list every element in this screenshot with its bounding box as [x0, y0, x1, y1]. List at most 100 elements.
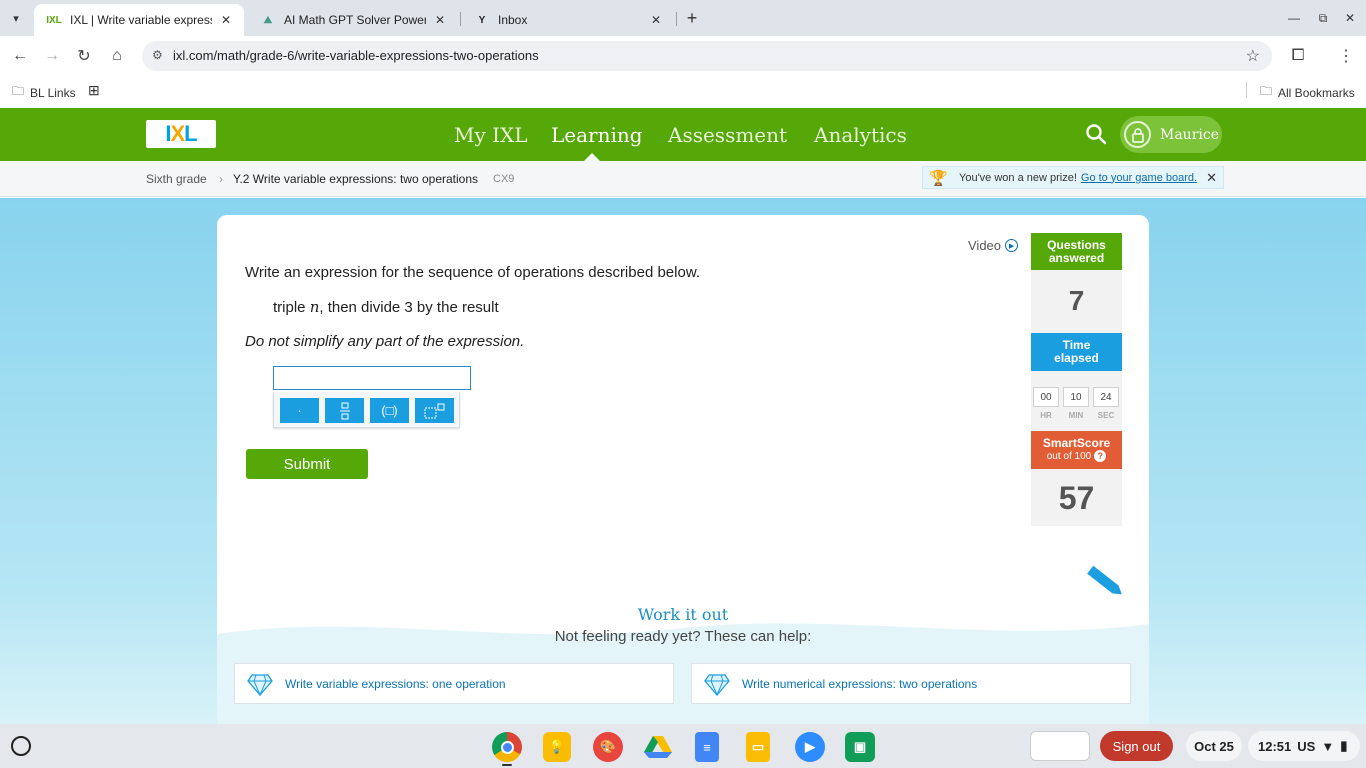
- canvas-icon[interactable]: 🎨: [593, 732, 623, 762]
- fraction-button[interactable]: [325, 398, 364, 423]
- active-nav-caret: [584, 153, 600, 161]
- scratchpad-pencil-icon[interactable]: [1086, 564, 1126, 600]
- address-bar[interactable]: ⚙ ixl.com/math/grade-6/write-variable-ex…: [142, 41, 1272, 71]
- time-minutes: 10: [1063, 387, 1089, 407]
- user-menu-button[interactable]: Maurice: [1120, 116, 1222, 153]
- question-sequence: triple n, then divide 3 by the result: [273, 298, 499, 316]
- math-keypad: · (□): [273, 392, 460, 428]
- minimize-icon[interactable]: —: [1282, 6, 1306, 30]
- maximize-icon[interactable]: ⧉: [1311, 6, 1335, 30]
- back-icon[interactable]: ←: [8, 44, 32, 68]
- bookmark-bl-links[interactable]: 🗀 BL Links: [12, 82, 76, 103]
- skill-code: CX9: [493, 173, 515, 185]
- menu-kebab-icon[interactable]: ⋮: [1334, 44, 1358, 68]
- exponent-button[interactable]: [415, 398, 454, 423]
- close-icon[interactable]: ✕: [1206, 170, 1217, 186]
- chrome-icon[interactable]: [492, 732, 522, 762]
- tab-ai-math[interactable]: ⛰ AI Math GPT Solver Powered by ✕: [248, 4, 458, 36]
- ixl-logo[interactable]: IXL: [146, 120, 216, 148]
- help-question-icon[interactable]: ?: [1094, 450, 1107, 463]
- folder-icon: 🗀: [1260, 84, 1273, 98]
- logo-l: L: [184, 121, 197, 146]
- drive-icon[interactable]: [643, 732, 673, 762]
- nav-assessment[interactable]: Assessment: [668, 123, 787, 147]
- submit-button[interactable]: Submit: [246, 449, 368, 479]
- browser-toolbar: ← → ↻ ⌂ ⚙ ixl.com/math/grade-6/write-var…: [0, 36, 1366, 76]
- keep-icon[interactable]: 💡: [543, 732, 571, 762]
- logo-x: X: [170, 121, 185, 146]
- close-icon[interactable]: ✕: [648, 12, 664, 28]
- ixl-header: IXL My IXL Learning Assessment Analytics…: [0, 108, 1366, 161]
- questions-answered-value: 7: [1068, 285, 1085, 316]
- help-link-card[interactable]: Write variable expressions: one operatio…: [234, 663, 674, 704]
- game-board-link[interactable]: Go to your game board.: [1081, 172, 1197, 184]
- question-note: Do not simplify any part of the expressi…: [245, 333, 525, 350]
- video-button[interactable]: Video ▶: [968, 238, 1019, 253]
- diamond-icon: [704, 673, 730, 696]
- time-seconds-label: SEC: [1097, 411, 1115, 420]
- questions-answered-header: Questions answered: [1031, 233, 1122, 270]
- breadcrumb-grade[interactable]: Sixth grade: [146, 172, 207, 186]
- slides-icon[interactable]: ▭: [746, 732, 770, 762]
- tab-strip: ▾ IXL IXL | Write variable expressions ✕…: [0, 0, 1366, 36]
- home-icon[interactable]: ⌂: [105, 44, 129, 68]
- zoom-icon[interactable]: ▶: [795, 732, 825, 762]
- time-minutes-label: MIN: [1068, 411, 1084, 420]
- forward-icon[interactable]: →: [40, 44, 64, 68]
- search-icon[interactable]: [1084, 122, 1108, 146]
- url-text[interactable]: ixl.com/math/grade-6/write-variable-expr…: [173, 48, 539, 63]
- nav-learning[interactable]: Learning: [551, 123, 643, 147]
- folder-icon: 🗀: [12, 84, 25, 98]
- questions-label-line2: answered: [1048, 250, 1105, 265]
- nav-analytics[interactable]: Analytics: [814, 123, 907, 147]
- yahoo-mail-favicon-icon: Y: [478, 14, 486, 26]
- reload-icon[interactable]: ↻: [72, 44, 96, 68]
- smartscore-label: SmartScore: [1042, 436, 1111, 450]
- help-link-card[interactable]: Write numerical expressions: two operati…: [691, 663, 1131, 704]
- close-icon[interactable]: ✕: [432, 12, 448, 28]
- close-icon[interactable]: ✕: [218, 12, 234, 28]
- nav-my-ixl[interactable]: My IXL: [454, 123, 528, 147]
- sequence-post: , then divide 3 by the result: [319, 299, 499, 316]
- clock-time: 12:51: [1258, 738, 1292, 754]
- bookmark-all-bookmarks[interactable]: 🗀 All Bookmarks: [1260, 82, 1355, 103]
- diamond-icon: [247, 673, 273, 696]
- holding-space-thumbnail[interactable]: [1030, 731, 1090, 761]
- play-icon: ▶: [1005, 239, 1019, 252]
- bookmarks-bar: 🗀 BL Links ⊞ 🗀 All Bookmarks: [0, 76, 1366, 104]
- time-hours: 00: [1033, 387, 1059, 407]
- exponent-icon: [424, 403, 444, 418]
- date-tray[interactable]: Oct 25: [1186, 731, 1242, 761]
- time-seconds: 24: [1093, 387, 1119, 407]
- bookmark-star-icon[interactable]: ☆: [1246, 46, 1260, 66]
- prize-text: You've won a new prize!: [959, 171, 1077, 184]
- questions-label-line1: Questions: [1047, 237, 1106, 252]
- sign-out-button[interactable]: Sign out: [1100, 731, 1173, 761]
- tab-inbox[interactable]: Y Inbox ✕: [462, 4, 674, 36]
- question-instruction: Write an expression for the sequence of …: [245, 264, 700, 281]
- help-link-label[interactable]: Write variable expressions: one operatio…: [285, 677, 506, 691]
- status-tray[interactable]: 12:51 US ▼ ▮: [1248, 731, 1360, 761]
- tab-ixl[interactable]: IXL IXL | Write variable expressions ✕: [34, 4, 244, 36]
- fraction-icon: [339, 402, 350, 419]
- smartscore-sub: out of 100?: [1047, 450, 1107, 463]
- close-window-icon[interactable]: ✕: [1338, 6, 1362, 30]
- classroom-icon[interactable]: ▣: [845, 732, 875, 762]
- multiply-dot-button[interactable]: ·: [280, 398, 319, 423]
- answer-input[interactable]: [273, 366, 471, 390]
- extensions-icon[interactable]: ⧠: [1286, 44, 1310, 68]
- apps-grid-icon[interactable]: ⊞: [88, 82, 100, 99]
- tab-search-chevron-icon[interactable]: ▾: [6, 8, 26, 28]
- parentheses-button[interactable]: (□): [370, 398, 409, 423]
- variable-n: n: [309, 298, 320, 316]
- wifi-icon: ▼: [1321, 738, 1335, 754]
- new-tab-button[interactable]: +: [682, 8, 702, 28]
- prize-banner: 🏆 You've won a new prize! Go to your gam…: [922, 166, 1224, 189]
- tab-separator: [460, 12, 461, 26]
- bookmark-label: All Bookmarks: [1278, 85, 1355, 100]
- docs-icon[interactable]: ≡: [695, 732, 719, 762]
- site-info-icon[interactable]: ⚙: [152, 48, 163, 62]
- time-label-line2: elapsed: [1054, 351, 1099, 365]
- help-link-label[interactable]: Write numerical expressions: two operati…: [742, 677, 977, 691]
- launcher-icon[interactable]: [11, 736, 31, 756]
